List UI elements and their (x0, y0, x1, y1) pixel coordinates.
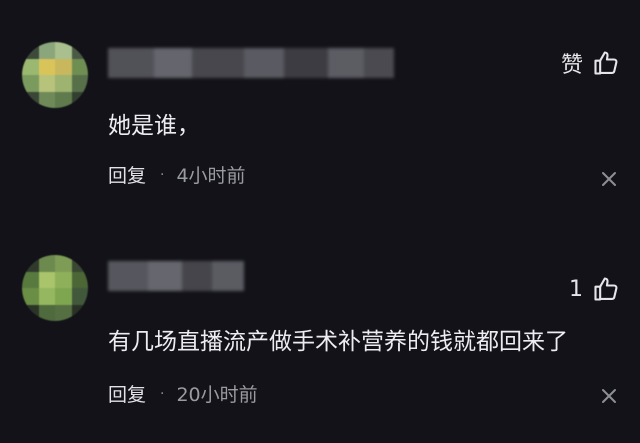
comment-text: 有几场直播流产做手术补营养的钱就都回来了 (108, 329, 568, 355)
like-count: 赞 (560, 53, 584, 78)
reply-button[interactable]: 回复 (108, 380, 146, 407)
close-icon[interactable] (600, 170, 618, 188)
like-count: 1 (569, 276, 584, 302)
comment-text: 她是谁， (108, 113, 200, 139)
avatar[interactable] (22, 42, 88, 108)
separator-dot: · (160, 385, 165, 402)
comment-item: 赞 她是谁， 回复 · 4小时前 (0, 0, 640, 215)
reply-button[interactable]: 回复 (108, 161, 146, 188)
avatar[interactable] (22, 255, 88, 321)
username-blurred[interactable] (108, 48, 394, 78)
comment-item: 1 有几场直播流产做手术补营养的钱就都回来了 回复 · 20小时前 (0, 215, 640, 443)
comment-meta: 回复 · 4小时前 (108, 161, 246, 188)
separator-dot: · (160, 166, 165, 183)
like-button[interactable]: 赞 (561, 47, 620, 79)
thumbs-up-icon (594, 277, 618, 301)
username-blurred[interactable] (108, 261, 244, 291)
like-button[interactable]: 1 (569, 275, 620, 303)
close-icon[interactable] (600, 387, 618, 405)
timestamp: 20小时前 (176, 384, 258, 406)
thumbs-up-icon (594, 51, 618, 75)
timestamp: 4小时前 (176, 165, 246, 187)
comment-meta: 回复 · 20小时前 (108, 380, 258, 407)
